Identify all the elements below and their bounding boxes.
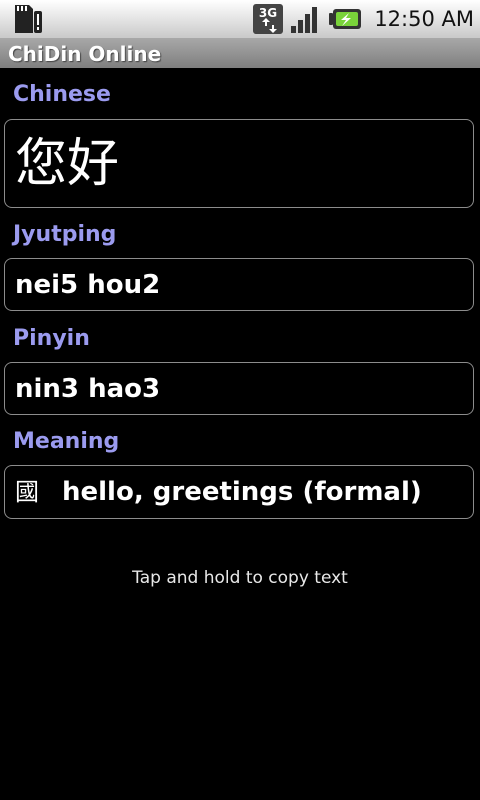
dictionary-source-icon: 國: [15, 478, 39, 506]
3g-data-icon: 3G: [253, 4, 283, 34]
screen: 3G 12:50 AM ChiDin Online Chinese 您好 Jyu…: [0, 0, 480, 800]
status-bar: 3G 12:50 AM: [0, 0, 480, 38]
chinese-field[interactable]: 您好: [4, 119, 474, 208]
pinyin-field[interactable]: nin3 hao3: [4, 362, 474, 415]
signal-strength-icon: [291, 7, 317, 33]
chinese-label: Chinese: [13, 82, 111, 107]
jyutping-field[interactable]: nei5 hou2: [4, 258, 474, 311]
pinyin-value[interactable]: nin3 hao3: [15, 371, 160, 407]
meaning-label: Meaning: [13, 429, 120, 454]
app-title: ChiDin Online: [8, 42, 162, 66]
network-type-label: 3G: [259, 6, 277, 20]
jyutping-value[interactable]: nei5 hou2: [15, 267, 160, 303]
sd-card-alert-icon: [15, 5, 42, 33]
meaning-field[interactable]: 國 hello, greetings (formal): [4, 465, 474, 519]
app-title-bar: ChiDin Online: [0, 38, 480, 68]
pinyin-label: Pinyin: [13, 326, 90, 351]
status-clock: 12:50 AM: [374, 7, 474, 31]
meaning-value[interactable]: hello, greetings (formal): [62, 474, 422, 510]
chinese-value[interactable]: 您好: [15, 132, 119, 196]
copy-hint-text: Tap and hold to copy text: [132, 568, 348, 588]
jyutping-label: Jyutping: [13, 222, 117, 247]
battery-charging-icon: [329, 9, 361, 29]
